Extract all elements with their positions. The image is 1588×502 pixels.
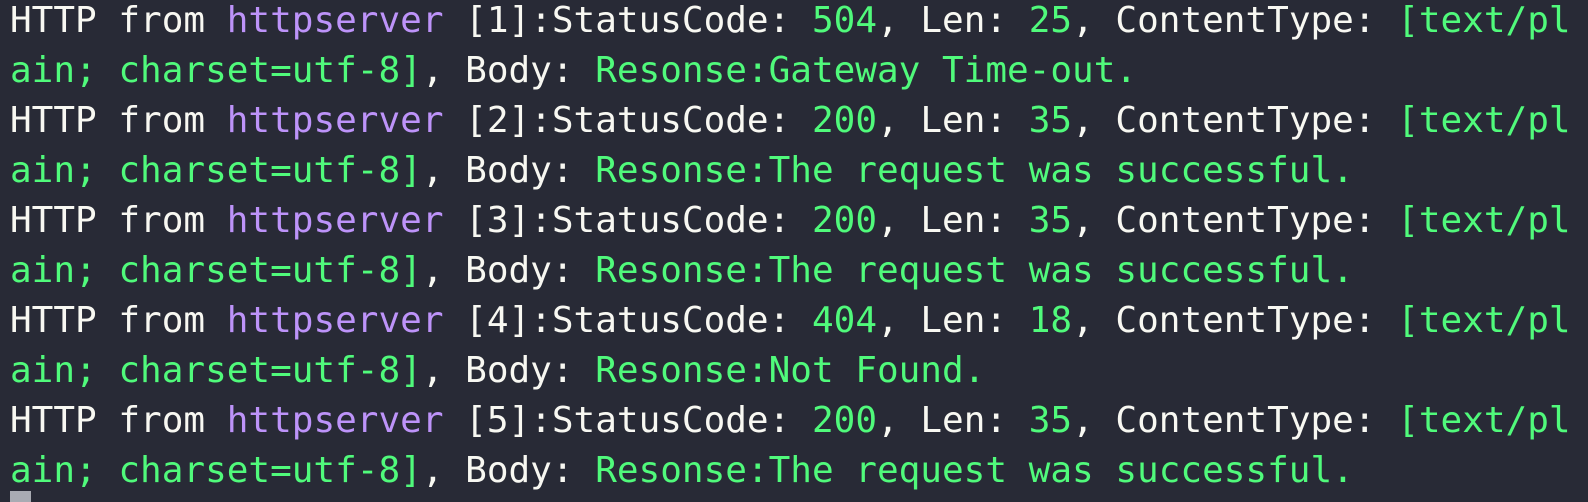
log-length: 35 [1028,100,1073,141]
log-host: httpserver [226,200,444,241]
log-host: httpserver [226,400,444,441]
log-status-code: 200 [811,100,877,141]
log-host: httpserver [226,100,444,141]
log-length: 25 [1028,0,1073,41]
terminal-output[interactable]: HTTP from httpserver [1]:StatusCode: 504… [0,0,1588,502]
log-index-label: [1]:StatusCode: [443,0,812,41]
log-body-label: , Body: [421,450,596,491]
log-len-label: , Len: [877,0,1029,41]
log-prefix: HTTP from [10,0,227,41]
log-len-label: , Len: [877,400,1029,441]
log-content-type-cont: ain; charset=utf-8] [10,150,422,191]
log-line-wrap: ain; charset=utf-8], Body: Resonse:The r… [10,146,1588,196]
log-line-wrap: ain; charset=utf-8], Body: Resonse:The r… [10,246,1588,296]
log-content-type-label: , ContentType: [1072,100,1398,141]
log-host: httpserver [226,300,444,341]
log-prefix: HTTP from [10,200,227,241]
log-prefix: HTTP from [10,400,227,441]
log-content-type: [text/pl [1397,300,1571,341]
log-status-code: 200 [811,400,877,441]
log-content-type-label: , ContentType: [1072,200,1398,241]
log-body: Resonse:The request was successful. [595,450,1354,491]
log-len-label: , Len: [877,200,1029,241]
log-body: Resonse:Not Found. [595,350,986,391]
log-line: HTTP from httpserver [2]:StatusCode: 200… [10,96,1588,146]
log-line: HTTP from httpserver [3]:StatusCode: 200… [10,196,1588,246]
log-content-type-cont: ain; charset=utf-8] [10,350,422,391]
log-index-label: [5]:StatusCode: [443,400,812,441]
log-content-type: [text/pl [1397,200,1571,241]
log-status-code: 404 [811,300,877,341]
log-status-code: 200 [811,200,877,241]
log-content-type-label: , ContentType: [1072,400,1398,441]
log-content-type-cont: ain; charset=utf-8] [10,450,422,491]
log-line: HTTP from httpserver [4]:StatusCode: 404… [10,296,1588,346]
log-body-label: , Body: [421,50,596,91]
log-content-type-label: , ContentType: [1072,300,1398,341]
log-body: Resonse:The request was successful. [595,150,1354,191]
log-body: Resonse:Gateway Time-out. [595,50,1138,91]
log-line: HTTP from httpserver [5]:StatusCode: 200… [10,396,1588,446]
log-body-label: , Body: [421,350,596,391]
log-body-label: , Body: [421,150,596,191]
terminal-cursor [10,491,31,502]
log-content-type: [text/pl [1397,400,1571,441]
log-content-type-cont: ain; charset=utf-8] [10,250,422,291]
log-line-wrap: ain; charset=utf-8], Body: Resonse:Not F… [10,346,1588,396]
log-body: Resonse:The request was successful. [595,250,1354,291]
log-content-type: [text/pl [1397,0,1571,41]
log-length: 18 [1028,300,1073,341]
log-prefix: HTTP from [10,100,227,141]
log-index-label: [3]:StatusCode: [443,200,812,241]
log-index-label: [4]:StatusCode: [443,300,812,341]
log-host: httpserver [226,0,444,41]
log-content-type-cont: ain; charset=utf-8] [10,50,422,91]
log-content-type-label: , ContentType: [1072,0,1398,41]
log-prefix: HTTP from [10,300,227,341]
log-body-label: , Body: [421,250,596,291]
log-len-label: , Len: [877,100,1029,141]
log-status-code: 504 [811,0,877,41]
log-line-wrap: ain; charset=utf-8], Body: Resonse:The r… [10,446,1588,496]
log-len-label: , Len: [877,300,1029,341]
log-length: 35 [1028,200,1073,241]
log-line: HTTP from httpserver [1]:StatusCode: 504… [10,0,1588,46]
log-line-wrap: ain; charset=utf-8], Body: Resonse:Gatew… [10,46,1588,96]
log-content-type: [text/pl [1397,100,1571,141]
log-length: 35 [1028,400,1073,441]
log-index-label: [2]:StatusCode: [443,100,812,141]
